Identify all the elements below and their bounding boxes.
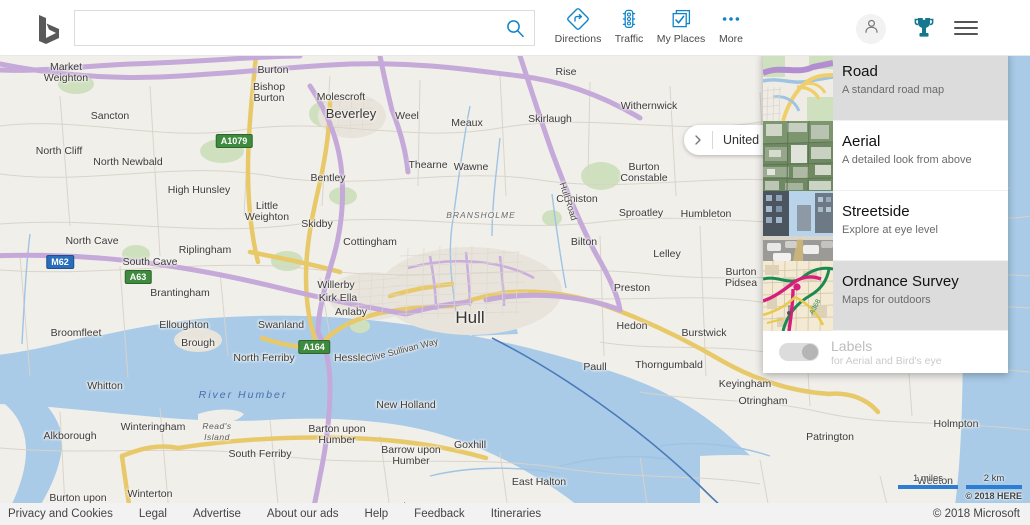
search-input[interactable] [75,11,495,45]
bing-maps-app: Market WeightonBurtonBishop BurtonMolesc… [0,0,1030,525]
hamburger-icon[interactable] [952,16,980,40]
map-style-desc-ordnance-survey: Maps for outdoors [842,294,1008,306]
footer-copyright: © 2018 Microsoft [933,508,1020,520]
header-tool-more-label: More [719,33,743,45]
hamburger-bar [954,27,978,29]
map-style-panel[interactable]: Road A standard road map [763,51,1008,373]
labels-toggle-knob [802,344,818,360]
header-tool-traffic-label: Traffic [615,33,644,45]
map-style-desc-streetside: Explore at eye level [842,224,1008,236]
map-style-title-ordnance-survey: Ordnance Survey [842,273,1008,291]
aerial-thumb-icon [763,121,833,191]
rewards-trophy-icon [913,15,935,44]
header-tool-traffic[interactable]: Traffic [600,7,658,51]
scale-km-label: 2 km [966,474,1022,484]
map-style-title-road: Road [842,63,1008,81]
chevron-right-icon[interactable] [684,125,712,155]
header-tool-directions[interactable]: Directions [549,7,607,51]
footer-link-itineraries[interactable]: Itineraries [491,508,542,520]
account-button[interactable] [856,14,886,44]
my-places-icon [670,7,692,31]
scale-miles-label: 1 miles [898,474,958,484]
scale-miles-bar [898,485,958,489]
scale-miles: 1 miles [898,474,958,489]
ellipsis-icon [720,7,742,31]
map-style-option-ordnance-survey[interactable]: A368 Ordnance Survey Maps for outdoors [763,261,1008,331]
map-style-option-streetside[interactable]: Streetside Explore at eye level [763,191,1008,261]
traffic-light-icon [618,7,640,31]
map-style-option-aerial[interactable]: Aerial A detailed look from above [763,121,1008,191]
footer-links: Privacy and Cookies Legal Advertise About o… [0,508,541,520]
map-style-option-road[interactable]: Road A standard road map [763,51,1008,121]
hamburger-bar [954,21,978,23]
labels-toggle-switch[interactable] [779,343,819,361]
rewards-button[interactable] [910,14,938,44]
header-tool-directions-label: Directions [555,33,602,45]
map-style-title-streetside: Streetside [842,203,1008,221]
footer-bar: Privacy and Cookies Legal Advertise About o… [0,503,1030,525]
footer-link-advertise[interactable]: Advertise [193,508,241,520]
os-thumb-icon: A368 [763,261,833,331]
road-thumb-icon [763,51,833,121]
here-attribution: © 2018 HERE [898,491,1022,501]
map-style-desc-aerial: A detailed look from above [842,154,1008,166]
labels-toggle-title: Labels [831,338,942,354]
header-tool-my-places-label: My Places [657,33,705,45]
scale-km: 2 km [966,474,1022,489]
footer-link-privacy-and-cookies[interactable]: Privacy and Cookies [8,508,113,520]
map-scale-bar: 1 miles 2 km © 2018 HERE [898,474,1022,501]
map-style-title-aerial: Aerial [842,133,1008,151]
hamburger-bar [954,33,978,35]
labels-toggle-desc: for Aerial and Bird's eye [831,355,942,367]
search-box[interactable] [74,10,535,46]
person-icon [863,18,880,40]
search-icon[interactable] [500,15,530,41]
footer-link-help[interactable]: Help [365,508,389,520]
map-style-desc-road: A standard road map [842,84,1008,96]
directions-icon [567,7,589,31]
app-header: Directions Traffic [0,0,1030,56]
footer-link-legal[interactable]: Legal [139,508,167,520]
scale-km-bar [966,485,1022,489]
streetside-thumb-icon [763,191,833,261]
footer-link-feedback[interactable]: Feedback [414,508,465,520]
bing-logo-icon[interactable] [36,13,62,43]
header-tool-more[interactable]: More [702,7,760,51]
labels-toggle-row[interactable]: Labels for Aerial and Bird's eye [763,331,1008,373]
footer-link-about-our-ads[interactable]: About our ads [267,508,339,520]
